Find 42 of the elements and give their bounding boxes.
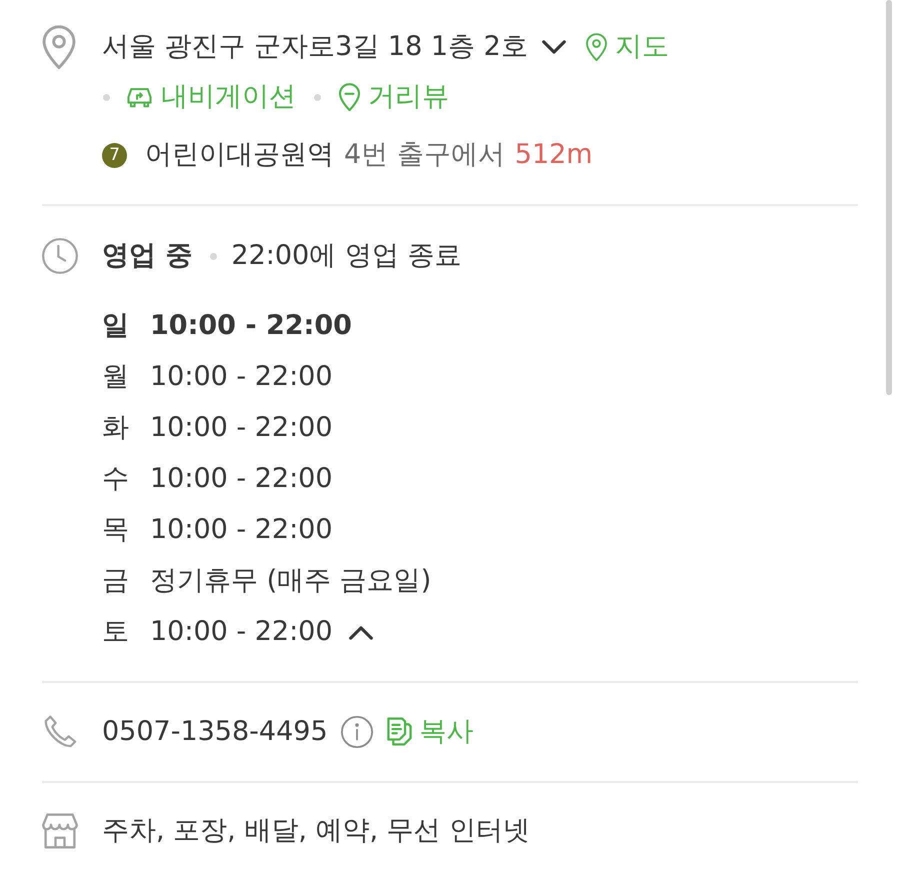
dot-icon [210,252,218,260]
store-icon [42,813,78,849]
closing-note: 22:00에 영업 종료 [231,240,462,272]
day-label: 화 [102,412,130,445]
scrollbar-thumb[interactable] [886,0,892,395]
street-view-link[interactable]: 거리뷰 [339,80,449,114]
hours-text: 10:00 - 22:00 [150,361,333,394]
station-name: 어린이대공원역 [145,138,334,172]
day-label: 월 [102,361,130,394]
exit-text: 4번 출구에서 [344,138,505,172]
distance-text: 512m [514,138,593,172]
dot-icon [314,94,321,100]
pin-icon [586,32,607,61]
map-link[interactable]: 지도 [586,30,669,64]
car-icon [126,85,153,108]
clock-icon [42,238,78,274]
address-text: 서울 광진구 군자로3길 18 1층 2호 [102,30,528,64]
pin-icon [339,82,360,111]
hours-text: 10:00 - 22:00 [150,310,352,343]
phone-icon [42,714,77,750]
subway-line-badge: 7 [102,142,127,168]
day-label: 토 [102,616,130,649]
copy-icon [386,717,412,746]
phone-number: 0507-1358-4495 [102,716,328,748]
copy-link[interactable]: 복사 [386,716,474,748]
day-label: 일 [102,310,130,343]
day-label: 수 [102,463,130,496]
hours-text: 10:00 - 22:00 [150,514,333,547]
hours-text: 정기휴무 (매주 금요일) [150,565,432,598]
dot-icon [103,94,110,100]
day-label: 목 [102,514,130,547]
hours-text: 10:00 - 22:00 [150,412,333,445]
amenities-text: 주차, 포장, 배달, 예약, 무선 인터넷 [102,814,530,848]
open-status: 영업 중 [102,240,192,272]
location-pin-icon [42,25,76,69]
info-icon[interactable] [340,716,373,748]
day-label: 금 [102,565,130,598]
hours-text: 10:00 - 22:00 [150,616,333,649]
hours-text: 10:00 - 22:00 [150,463,333,496]
chevron-up-icon[interactable] [348,626,373,640]
chevron-down-icon[interactable] [542,40,566,54]
navigation-link[interactable]: 내비게이션 [126,80,296,114]
